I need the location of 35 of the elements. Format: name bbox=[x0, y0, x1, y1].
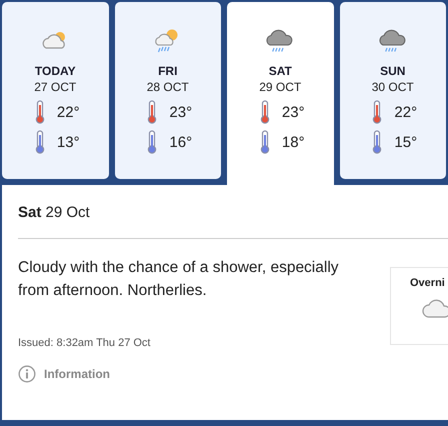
day-tab[interactable]: SAT 29 OCT 23° 18° bbox=[227, 2, 334, 185]
forecast-description: Cloudy with the chance of a shower, especially from afternoon. Northerlies. bbox=[18, 258, 340, 301]
thermometer-icon bbox=[372, 130, 382, 154]
day-name: TODAY bbox=[34, 64, 76, 78]
thermometer-icon bbox=[260, 100, 270, 124]
date-label: 29 OCT bbox=[259, 80, 302, 94]
min-temperature: 15° bbox=[394, 134, 418, 150]
date-label: 28 OCT bbox=[146, 80, 189, 94]
thermometer-icon bbox=[34, 130, 45, 154]
thermometer-icon bbox=[372, 100, 382, 124]
day-tab[interactable]: TODAY 27 OCT 22° 13° bbox=[2, 2, 108, 179]
max-temperature: 22° bbox=[56, 104, 80, 120]
min-temperature: 18° bbox=[282, 134, 305, 150]
forecast-date-heading: Sat 29 Oct bbox=[18, 204, 91, 221]
information-link[interactable]: Information bbox=[18, 365, 390, 383]
thermometer-icon bbox=[147, 100, 158, 124]
day-tab[interactable]: FRI 28 OCT 23° 16° bbox=[114, 2, 221, 179]
thermometer-icon bbox=[260, 130, 270, 154]
day-tab[interactable]: SUN 30 OCT 22° 15° bbox=[340, 2, 446, 179]
max-temperature: 22° bbox=[394, 104, 418, 120]
overnight-title: Overni bbox=[410, 277, 446, 289]
max-temperature: 23° bbox=[169, 104, 192, 120]
thermometer-icon bbox=[147, 130, 158, 154]
min-temperature: 13° bbox=[56, 134, 80, 150]
min-temperature: 16° bbox=[169, 134, 192, 150]
day-name: FRI bbox=[158, 64, 178, 78]
day-name: SUN bbox=[380, 64, 406, 78]
date-label: 27 OCT bbox=[34, 80, 76, 94]
day-name: SAT bbox=[268, 64, 292, 78]
info-icon bbox=[18, 365, 36, 383]
cloud-icon bbox=[422, 299, 448, 319]
issued-time: Issued: 8:32am Thu 27 Oct bbox=[18, 337, 152, 349]
thermometer-icon bbox=[34, 100, 45, 124]
max-temperature: 23° bbox=[282, 104, 305, 120]
date-label: 30 OCT bbox=[372, 80, 414, 94]
